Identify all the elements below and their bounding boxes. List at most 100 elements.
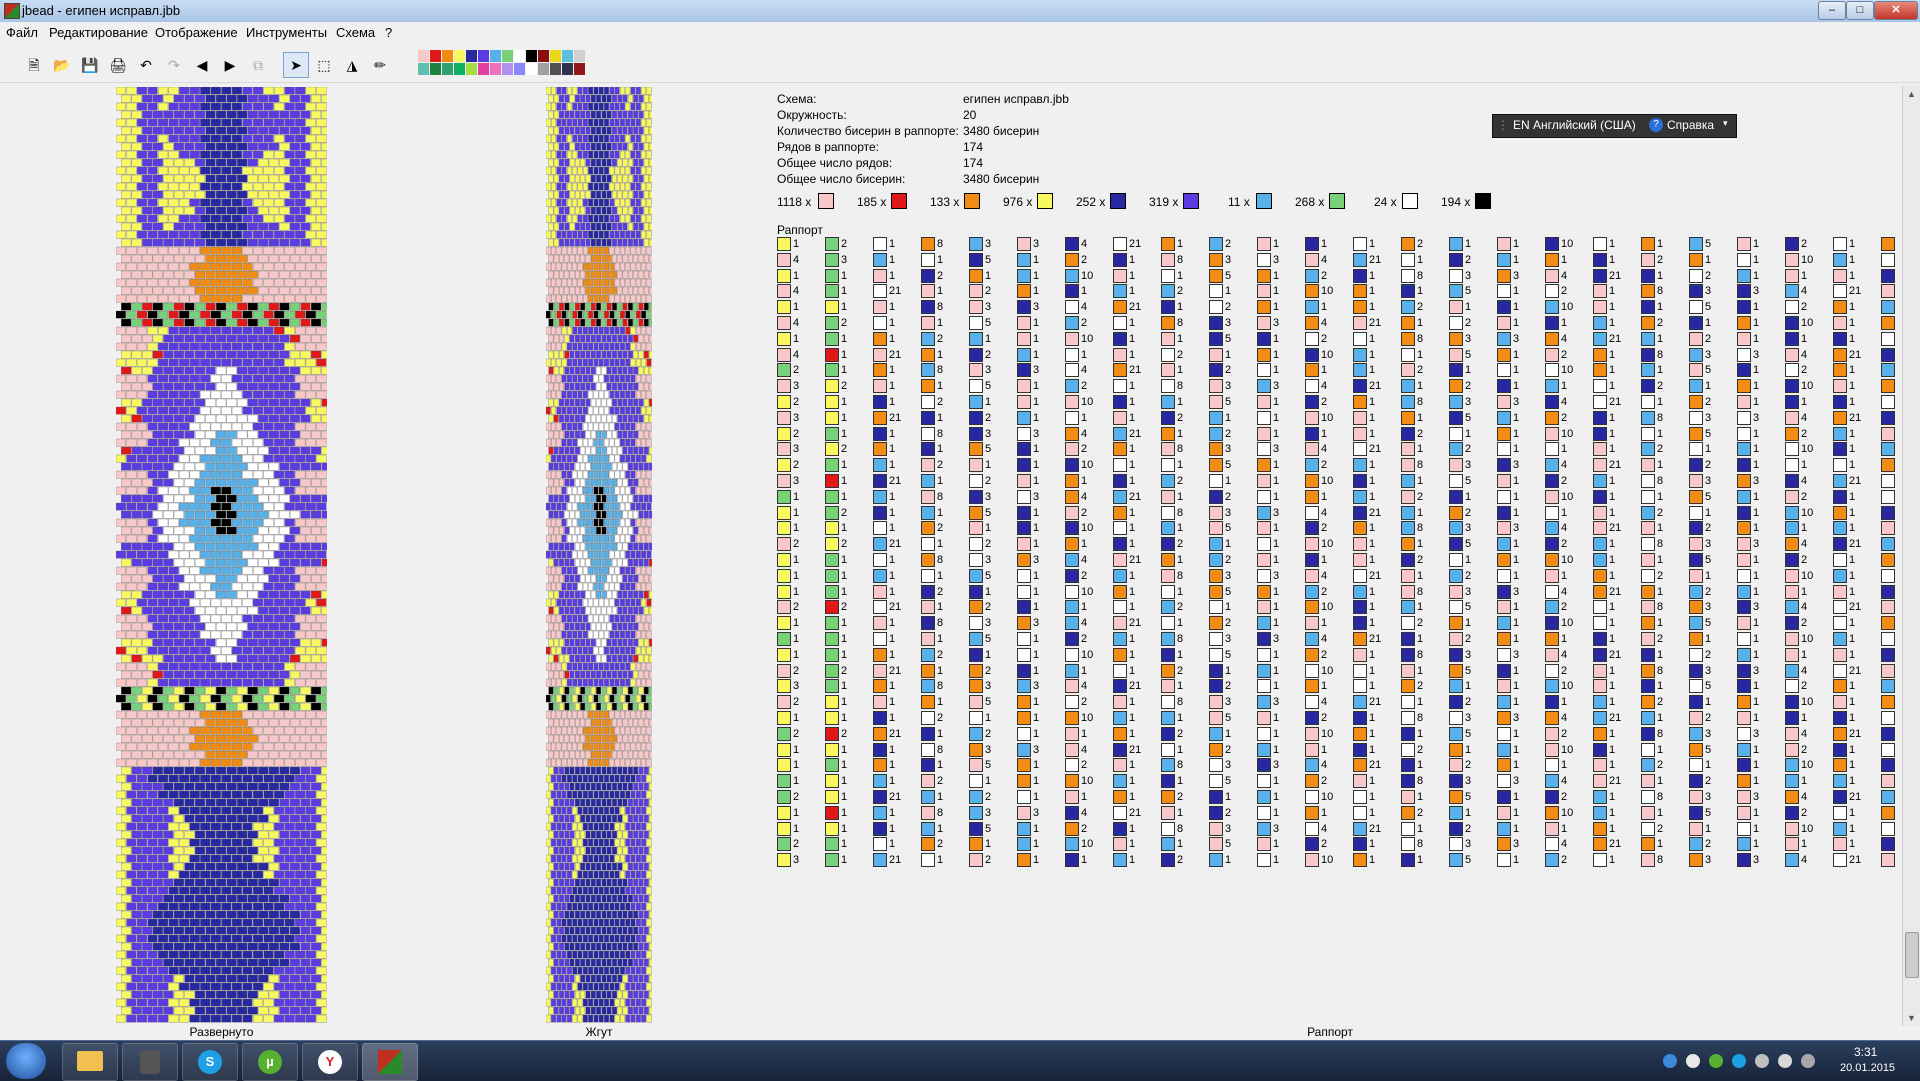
- bead[interactable]: [195, 367, 205, 374]
- bead[interactable]: [599, 951, 604, 958]
- bead[interactable]: [211, 151, 221, 158]
- bead[interactable]: [588, 839, 593, 846]
- bead[interactable]: [153, 447, 163, 454]
- bead[interactable]: [127, 583, 137, 590]
- bead[interactable]: [647, 279, 652, 286]
- bead[interactable]: [211, 503, 221, 510]
- bead[interactable]: [559, 591, 564, 598]
- bead[interactable]: [575, 191, 580, 198]
- bead[interactable]: [316, 375, 326, 382]
- bead[interactable]: [195, 287, 205, 294]
- bead[interactable]: [580, 175, 585, 182]
- bead[interactable]: [559, 463, 564, 470]
- bead[interactable]: [137, 135, 147, 142]
- bead[interactable]: [206, 623, 216, 630]
- bead[interactable]: [158, 631, 168, 638]
- bead[interactable]: [554, 911, 559, 918]
- bead[interactable]: [290, 415, 300, 422]
- bead[interactable]: [562, 535, 567, 542]
- bead[interactable]: [559, 95, 564, 102]
- bead[interactable]: [116, 647, 126, 654]
- bead[interactable]: [567, 983, 572, 990]
- bead[interactable]: [137, 279, 147, 286]
- bead[interactable]: [612, 287, 617, 294]
- bead[interactable]: [549, 239, 554, 246]
- bead[interactable]: [137, 759, 147, 766]
- bead[interactable]: [591, 159, 596, 166]
- bead[interactable]: [557, 279, 562, 286]
- bead[interactable]: [633, 127, 638, 134]
- bead[interactable]: [570, 415, 575, 422]
- bead[interactable]: [174, 479, 184, 486]
- bead[interactable]: [274, 407, 284, 414]
- bead[interactable]: [583, 247, 588, 254]
- bead[interactable]: [227, 367, 237, 374]
- bead[interactable]: [602, 543, 607, 550]
- bead[interactable]: [269, 959, 279, 966]
- bead[interactable]: [580, 943, 585, 950]
- bead[interactable]: [316, 823, 326, 830]
- bead[interactable]: [243, 311, 253, 318]
- bead[interactable]: [179, 743, 189, 750]
- bead[interactable]: [306, 1015, 316, 1022]
- bead[interactable]: [639, 175, 644, 182]
- bead[interactable]: [280, 207, 290, 214]
- bead[interactable]: [142, 383, 152, 390]
- bead[interactable]: [580, 847, 585, 854]
- bead[interactable]: [602, 671, 607, 678]
- bead[interactable]: [607, 751, 612, 758]
- bead[interactable]: [142, 399, 152, 406]
- bead[interactable]: [599, 839, 604, 846]
- bead[interactable]: [599, 167, 604, 174]
- bead[interactable]: [269, 351, 279, 358]
- bead[interactable]: [169, 951, 179, 958]
- bead[interactable]: [179, 823, 189, 830]
- bead[interactable]: [596, 591, 601, 598]
- bead[interactable]: [623, 911, 628, 918]
- bead[interactable]: [546, 935, 551, 942]
- bead[interactable]: [647, 359, 652, 366]
- bead[interactable]: [546, 727, 551, 734]
- bead[interactable]: [301, 991, 311, 998]
- bead[interactable]: [179, 631, 189, 638]
- bead[interactable]: [306, 487, 316, 494]
- bead[interactable]: [200, 759, 210, 766]
- bead[interactable]: [567, 327, 572, 334]
- bead[interactable]: [274, 151, 284, 158]
- bead[interactable]: [631, 295, 636, 302]
- bead[interactable]: [623, 191, 628, 198]
- bead[interactable]: [612, 415, 617, 422]
- bead[interactable]: [222, 999, 232, 1006]
- bead[interactable]: [280, 543, 290, 550]
- bead[interactable]: [551, 967, 556, 974]
- bead[interactable]: [295, 695, 305, 702]
- bead[interactable]: [596, 479, 601, 486]
- bead[interactable]: [649, 975, 652, 982]
- bead[interactable]: [594, 231, 599, 238]
- bead[interactable]: [641, 471, 646, 478]
- bead[interactable]: [280, 623, 290, 630]
- bead[interactable]: [148, 807, 158, 814]
- bead[interactable]: [116, 439, 126, 446]
- bead[interactable]: [116, 391, 126, 398]
- bead[interactable]: [190, 983, 200, 990]
- bead[interactable]: [269, 479, 279, 486]
- bead[interactable]: [615, 151, 620, 158]
- bead[interactable]: [142, 511, 152, 518]
- bead[interactable]: [591, 399, 596, 406]
- bead[interactable]: [588, 775, 593, 782]
- bead[interactable]: [243, 263, 253, 270]
- bead[interactable]: [253, 455, 263, 462]
- bead[interactable]: [554, 783, 559, 790]
- bead[interactable]: [628, 207, 633, 214]
- bead[interactable]: [562, 583, 567, 590]
- bead[interactable]: [562, 807, 567, 814]
- bead[interactable]: [285, 647, 295, 654]
- bead[interactable]: [604, 503, 609, 510]
- bead[interactable]: [591, 527, 596, 534]
- bead[interactable]: [185, 831, 195, 838]
- bead[interactable]: [565, 783, 570, 790]
- bead[interactable]: [570, 543, 575, 550]
- bead[interactable]: [227, 127, 237, 134]
- bead[interactable]: [594, 119, 599, 126]
